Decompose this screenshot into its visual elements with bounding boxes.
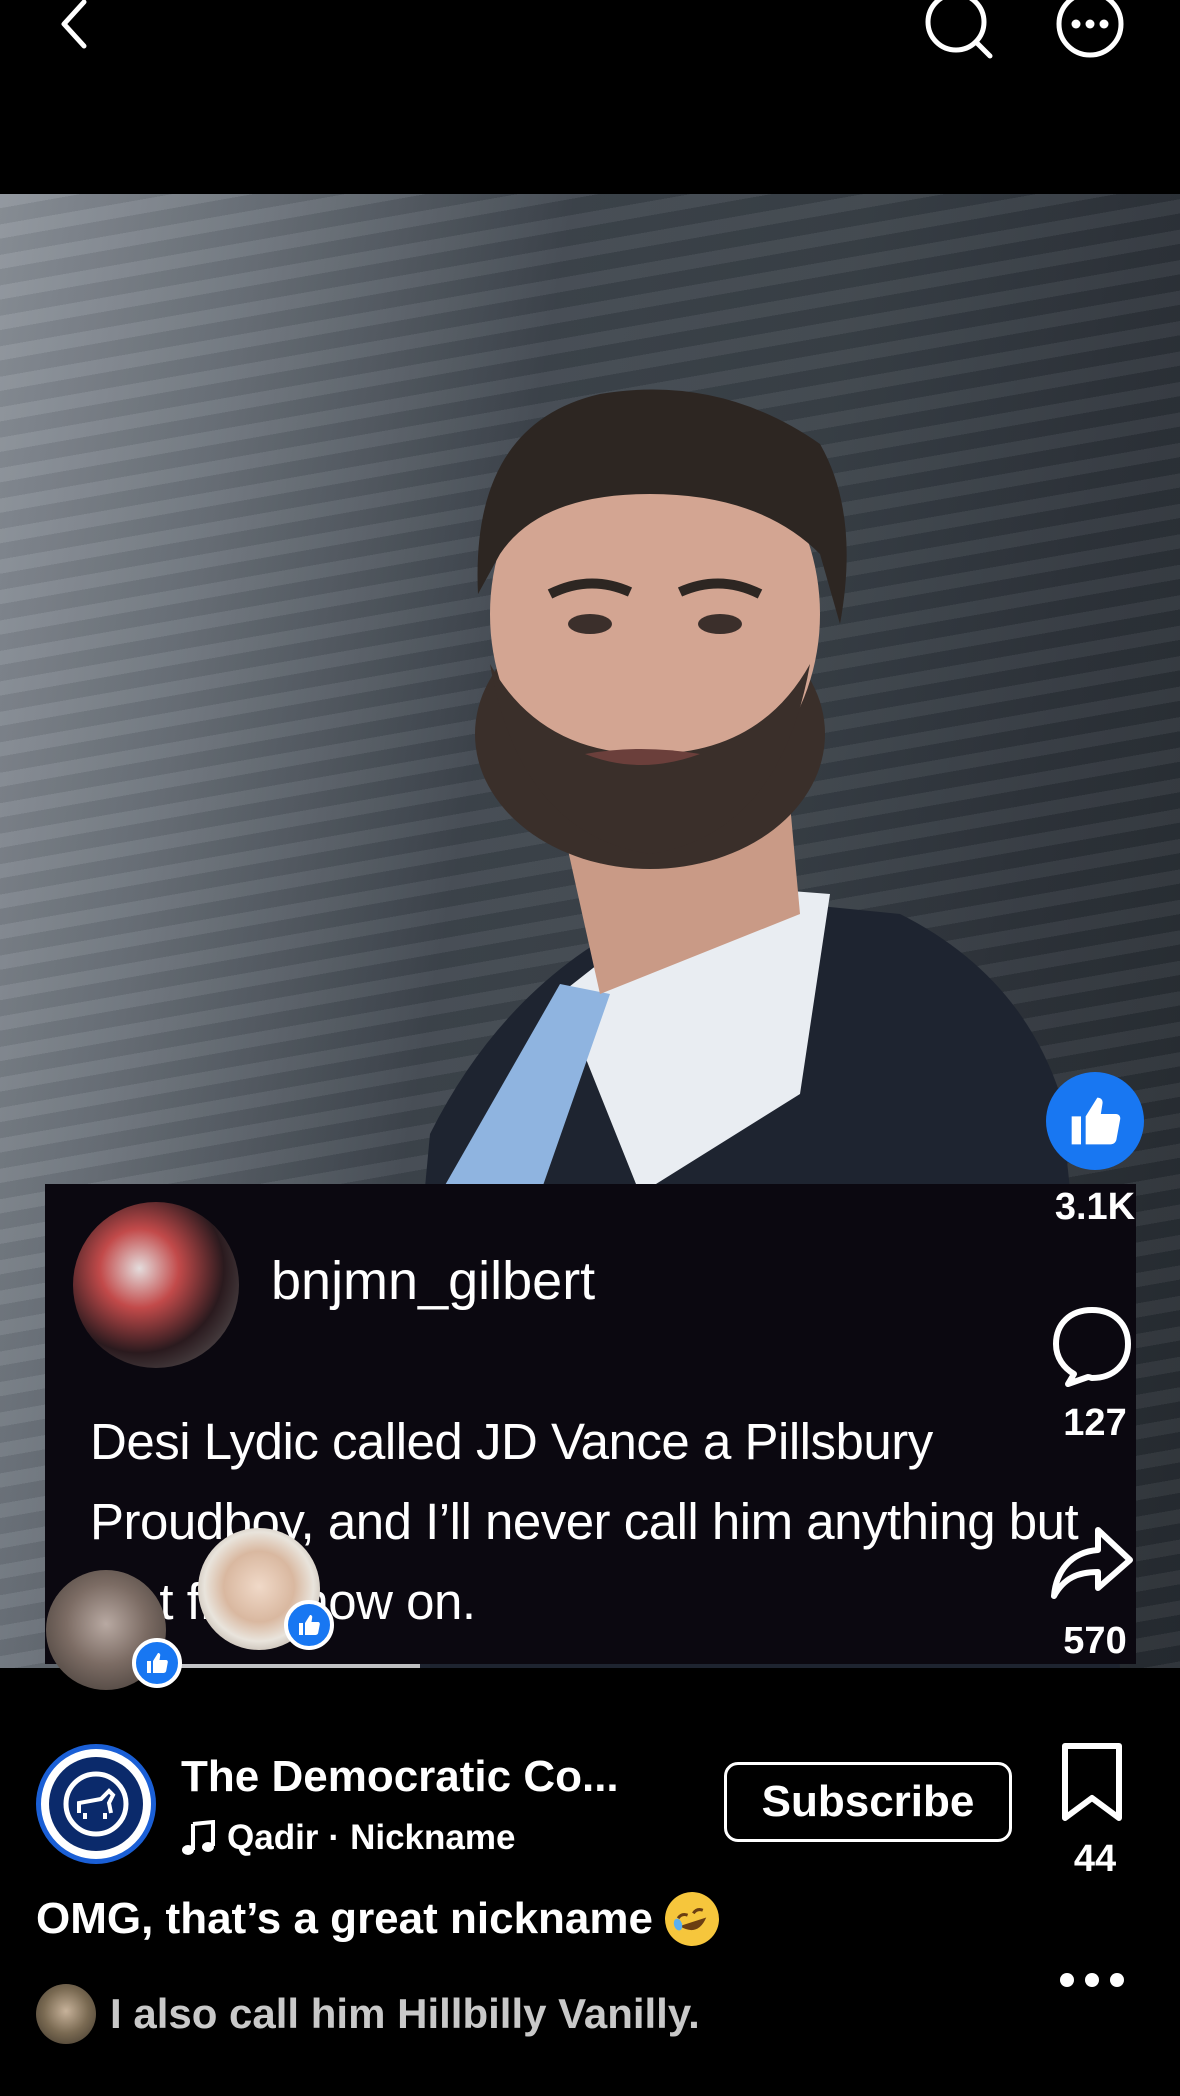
subscribe-button[interactable]: Subscribe (724, 1762, 1012, 1842)
channel-name[interactable]: The Democratic Co... (181, 1752, 619, 1802)
like-icon (1071, 1097, 1121, 1145)
search-icon (925, 0, 993, 59)
top-bar (0, 0, 1180, 194)
like-icon (147, 1653, 168, 1673)
share-count: 570 (1063, 1620, 1127, 1662)
top-comment-avatar (36, 1984, 96, 2044)
share-icon (1051, 1527, 1133, 1599)
top-comment-preview[interactable]: I also call him Hillbilly Vanilly. (36, 1984, 700, 2044)
music-note-icon (182, 1820, 215, 1855)
search-button[interactable] (918, 0, 998, 64)
like-count: 3.1K (1054, 1186, 1136, 1228)
audio-title: Nickname (350, 1818, 516, 1857)
post-media[interactable]: bnjmn_gilbert Desi Lydic called JD Vance… (0, 194, 1180, 1668)
like-badge (284, 1600, 334, 1650)
bookmark-icon (1062, 1743, 1122, 1821)
more-options-button[interactable] (1048, 0, 1128, 64)
comment-button[interactable] (1046, 1300, 1138, 1392)
audio-info[interactable]: Qadir · Nickname (181, 1818, 515, 1858)
more-icon (1060, 1973, 1124, 1987)
more-icon (1056, 0, 1124, 58)
donkey-logo-icon (63, 1771, 129, 1837)
save-button[interactable] (1046, 1736, 1138, 1828)
audio-artist: Qadir (227, 1818, 319, 1857)
back-icon (61, 0, 87, 49)
audio-separator: · (328, 1818, 341, 1857)
top-comment-text: I also call him Hillbilly Vanilly. (110, 1990, 700, 2037)
post-more-button[interactable] (1046, 1950, 1138, 2010)
commenter-username: bnjmn_gilbert (271, 1251, 596, 1311)
channel-avatar[interactable] (36, 1744, 156, 1864)
rofl-emoji-icon (657, 1884, 727, 1954)
channel-logo (49, 1757, 143, 1851)
caption-text: OMG, that’s a great nickname (36, 1894, 653, 1943)
like-badge (132, 1638, 182, 1688)
comment-icon (1053, 1307, 1131, 1387)
like-icon (299, 1615, 320, 1635)
commenter-avatar (73, 1202, 239, 1368)
like-button[interactable] (1046, 1072, 1144, 1170)
comment-count: 127 (1063, 1402, 1127, 1444)
save-count: 44 (1073, 1838, 1117, 1880)
post-caption[interactable]: OMG, that’s a great nickname (36, 1884, 727, 1954)
back-button[interactable] (44, 0, 104, 60)
share-button[interactable] (1046, 1518, 1138, 1610)
